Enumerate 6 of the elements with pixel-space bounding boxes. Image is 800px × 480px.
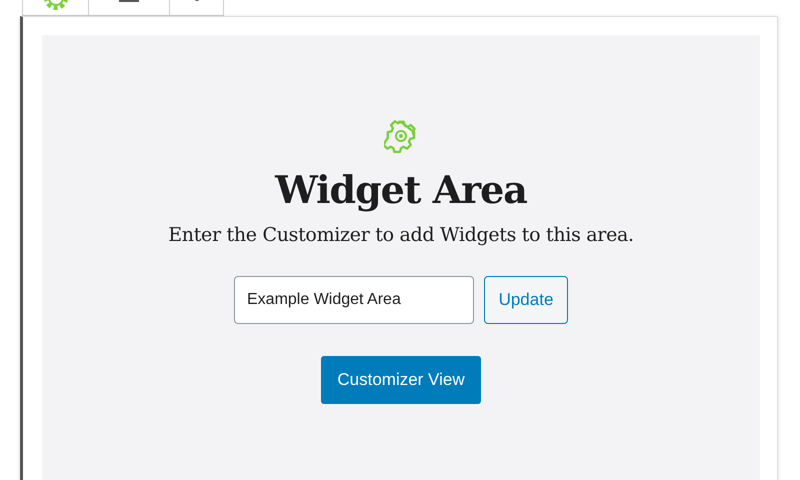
gear-icon bbox=[384, 119, 418, 153]
widget-area-name-field[interactable]: Example Widget Area bbox=[234, 276, 474, 324]
widget-area-title: Widget Area bbox=[275, 167, 527, 212]
widget-area-description: Enter the Customizer to add Widgets to this area. bbox=[168, 224, 634, 246]
update-button[interactable]: Update bbox=[484, 276, 568, 324]
customizer-view-button[interactable]: Customizer View bbox=[321, 356, 481, 404]
